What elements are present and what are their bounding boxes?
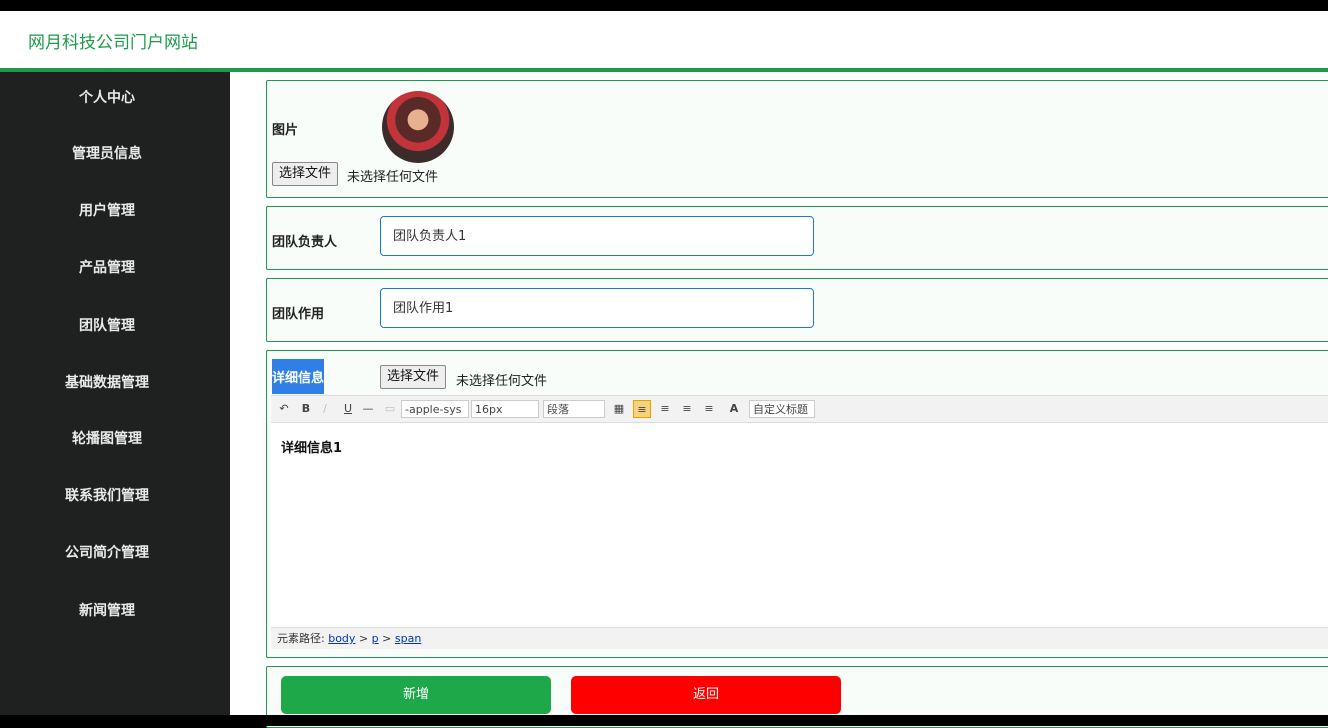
role-panel: 团队作用 团队作用1 — [266, 278, 1328, 342]
details-label: 详细信息 — [272, 359, 325, 394]
leader-panel: 团队负责人 团队负责人1 — [266, 206, 1328, 270]
align-justify-icon[interactable]: ≡ — [701, 400, 717, 418]
sidebar-item-company-intro[interactable]: 公司简介管理 — [0, 542, 214, 562]
details-file-status: 未选择任何文件 — [456, 374, 548, 389]
element-path-label: 元素路径: — [277, 632, 325, 645]
add-button[interactable]: 新增 — [281, 676, 551, 714]
sidebar-item-users[interactable]: 用户管理 — [0, 200, 214, 220]
sidebar-item-personal-center[interactable]: 个人中心 — [0, 87, 214, 107]
editor-body[interactable]: 详细信息1 — [271, 423, 1328, 625]
sidebar-item-base-data[interactable]: 基础数据管理 — [0, 372, 214, 392]
sidebar: 个人中心 管理员信息 用户管理 产品管理 团队管理 基础数据管理 轮播图管理 联… — [0, 72, 230, 715]
image-file-button[interactable]: 选择文件 — [272, 162, 339, 186]
bold-button[interactable]: B — [299, 400, 313, 418]
font-size-select[interactable]: 16px — [471, 400, 539, 418]
table-icon[interactable]: ▦ — [611, 400, 627, 418]
sidebar-item-teams[interactable]: 团队管理 — [0, 315, 214, 335]
leader-input[interactable]: 团队负责人1 — [380, 216, 814, 256]
undo-icon[interactable]: ↶ — [277, 400, 291, 418]
sidebar-item-contact[interactable]: 联系我们管理 — [0, 485, 214, 505]
path-link-p[interactable]: p — [372, 632, 379, 645]
main-content: 图片 选择文件 未选择任何文件 团队负责人 团队负责人1 团队作用 团队作用1 … — [230, 72, 1328, 728]
details-file-button[interactable]: 选择文件 — [380, 365, 447, 389]
align-right-icon[interactable]: ≡ — [679, 400, 695, 418]
editor-content: 详细信息1 — [281, 441, 343, 456]
underline-button[interactable]: U — [341, 400, 355, 418]
horizontal-rule-icon[interactable]: — — [361, 400, 375, 418]
image-panel: 图片 选择文件 未选择任何文件 — [266, 80, 1328, 198]
details-panel: 详细信息 选择文件 未选择任何文件 ↶ B / U — ▭ -apple-sys… — [266, 350, 1328, 658]
site-title: 网月科技公司门户网站 — [28, 33, 198, 53]
role-label: 团队作用 — [272, 307, 325, 322]
font-color-button[interactable]: A — [723, 400, 745, 418]
image-label: 图片 — [272, 123, 299, 138]
top-black-bar — [0, 0, 1328, 11]
eraser-icon[interactable]: ▭ — [383, 400, 397, 418]
site-header: 网月科技公司门户网站 — [0, 11, 1328, 72]
align-left-icon[interactable]: ≡ — [633, 400, 651, 418]
sidebar-item-admin-info[interactable]: 管理员信息 — [0, 143, 214, 163]
font-family-select[interactable]: -apple-sys — [401, 400, 469, 418]
sidebar-item-products[interactable]: 产品管理 — [0, 257, 214, 277]
paragraph-select[interactable]: 段落 — [543, 400, 605, 418]
path-separator: > — [358, 632, 369, 645]
bottom-black-bar — [0, 715, 1328, 726]
image-file-status: 未选择任何文件 — [347, 170, 439, 185]
align-center-icon[interactable]: ≡ — [657, 400, 673, 418]
element-path-bar: 元素路径: body > p > span — [271, 627, 1328, 649]
path-link-body[interactable]: body — [328, 632, 355, 645]
back-button[interactable]: 返回 — [571, 676, 841, 714]
path-separator: > — [382, 632, 392, 645]
path-link-span[interactable]: span — [395, 632, 421, 645]
sidebar-item-news[interactable]: 新闻管理 — [0, 600, 214, 620]
italic-icon[interactable]: / — [319, 400, 331, 418]
avatar — [382, 91, 454, 163]
editor-toolbar: ↶ B / U — ▭ -apple-sys 16px 段落 ▦ ≡ ≡ ≡ ≡… — [271, 395, 1328, 423]
leader-label: 团队负责人 — [272, 235, 338, 250]
sidebar-item-carousel[interactable]: 轮播图管理 — [0, 428, 214, 448]
custom-title-select[interactable]: 自定义标题 — [749, 400, 815, 418]
role-input[interactable]: 团队作用1 — [380, 288, 814, 328]
